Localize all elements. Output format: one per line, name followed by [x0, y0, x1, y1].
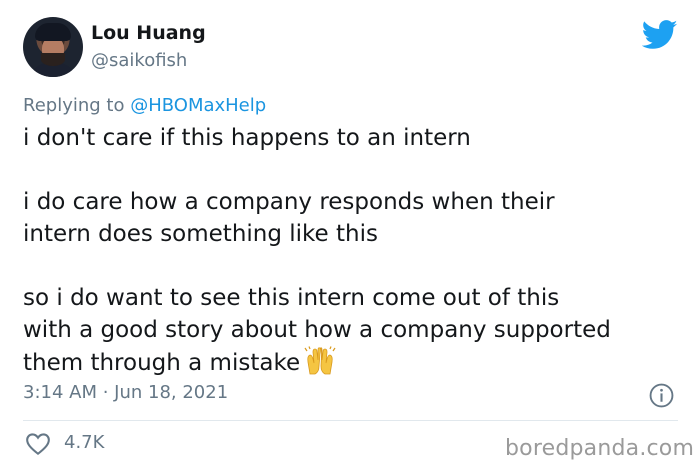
raising-hands-emoji-icon: [304, 346, 336, 375]
like-count[interactable]: 4.7K: [64, 432, 104, 453]
heart-icon[interactable]: [25, 432, 51, 456]
tweet-text: i don't care if this happens to an inter…: [23, 122, 688, 379]
reply-mention-link[interactable]: @HBOMaxHelp: [130, 95, 266, 116]
author-handle[interactable]: @saikofish: [91, 50, 187, 71]
tweet-line: i do care how a company responds when th…: [23, 189, 555, 215]
reply-prefix: Replying to: [23, 95, 131, 116]
tweet-paragraph-1: i don't care if this happens to an inter…: [23, 125, 471, 151]
tweet-line-text: them through a mistake: [23, 350, 301, 376]
avatar-beard: [41, 53, 65, 66]
avatar-hat: [35, 23, 71, 41]
tweet-line: so i do want to see this intern come out…: [23, 285, 560, 311]
twitter-bird-icon[interactable]: [642, 20, 678, 50]
divider: [23, 420, 678, 421]
tweet-timestamp[interactable]: 3:14 AM · Jun 18, 2021: [23, 382, 228, 403]
tweet-line: with a good story about how a company su…: [23, 317, 611, 343]
watermark: boredpanda.com: [505, 436, 695, 461]
tweet-last-line: them through a mistake: [23, 346, 688, 379]
reply-context: Replying to @HBOMaxHelp: [23, 95, 266, 116]
author-name[interactable]: Lou Huang: [91, 22, 206, 44]
author-avatar[interactable]: [23, 17, 83, 77]
tweet-line: intern does something like this: [23, 221, 378, 247]
info-icon[interactable]: [649, 383, 674, 408]
